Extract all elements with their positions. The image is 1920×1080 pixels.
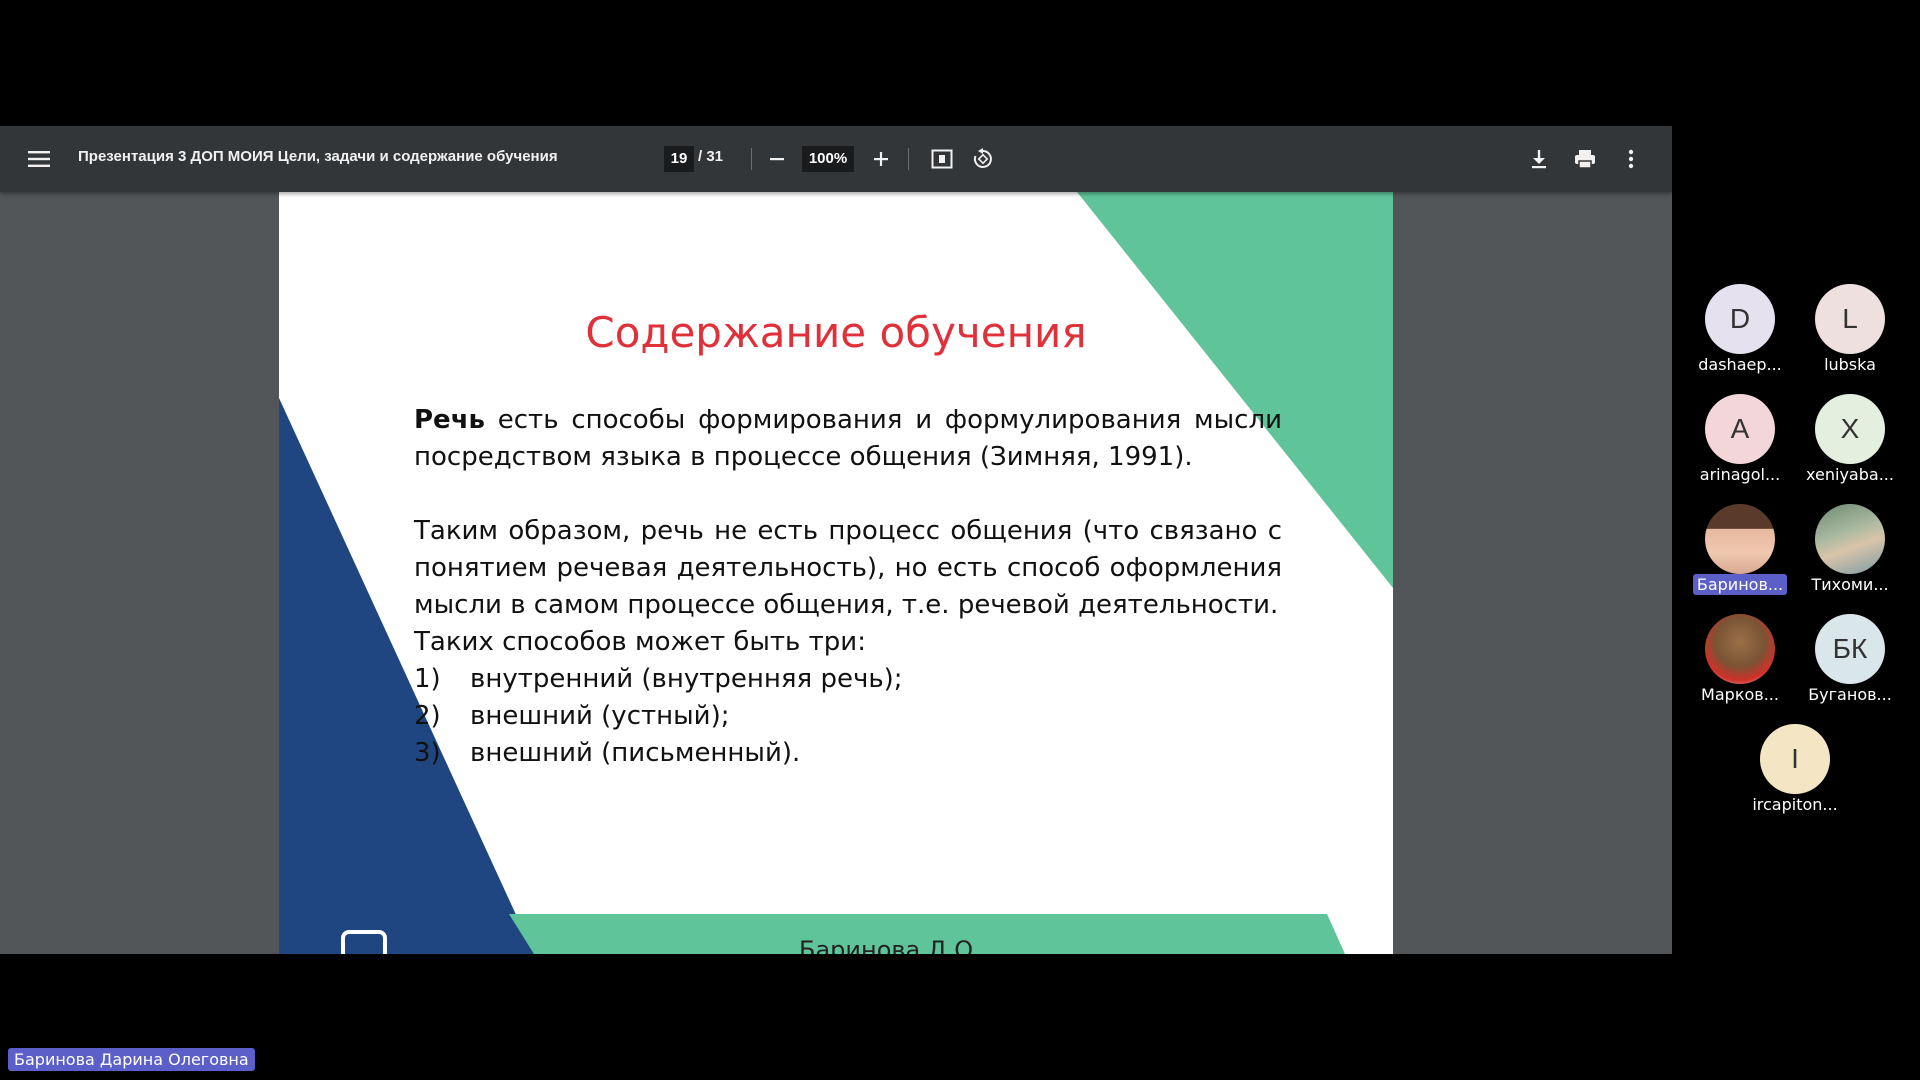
photo-avatar-icon: [1705, 504, 1775, 574]
download-icon[interactable]: [1524, 144, 1554, 174]
avatar: I: [1760, 724, 1830, 794]
participant-name: dashaep...: [1698, 355, 1782, 374]
active-speaker-label: Баринова Дарина Олеговна: [8, 1048, 255, 1071]
photo-avatar-icon: [1815, 504, 1885, 574]
participant-tile[interactable]: D dashaep...: [1685, 284, 1795, 375]
participant-name: lubska: [1824, 355, 1876, 374]
menu-icon[interactable]: [24, 144, 54, 174]
participant-tile[interactable]: L lubska: [1795, 284, 1905, 375]
pdf-toolbar: Презентация 3 ДОП МОИЯ Цели, задачи и со…: [0, 126, 1672, 192]
document-title: Презентация 3 ДОП МОИЯ Цели, задачи и со…: [78, 148, 558, 165]
list-number: 1): [414, 664, 441, 694]
list-text: внешний (письменный).: [470, 738, 801, 768]
participant-tile[interactable]: Баринов...: [1685, 504, 1795, 595]
avatar: БК: [1815, 614, 1885, 684]
list-text: внешний (устный);: [470, 701, 730, 731]
list-number: 3): [414, 738, 441, 768]
participant-name: xeniyaba...: [1806, 465, 1894, 484]
screen: Презентация 3 ДОП МОИЯ Цели, задачи и со…: [0, 0, 1920, 1080]
participant-tile[interactable]: X xeniyaba...: [1795, 394, 1905, 485]
print-icon[interactable]: [1570, 144, 1600, 174]
participant-tile[interactable]: БК Буганов...: [1795, 614, 1905, 705]
fit-page-icon[interactable]: [927, 144, 957, 174]
avatar: D: [1705, 284, 1775, 354]
toolbar-divider: [751, 148, 752, 170]
slide-page: Содержание обучения Речь есть способы фо…: [279, 192, 1393, 954]
list-intro: Таких способов может быть три:: [414, 627, 866, 657]
slide-body: Речь есть способы формирования и формули…: [414, 402, 1282, 772]
cat-avatar-icon: [1705, 614, 1775, 684]
paragraph-explanation: Таким образом, речь не есть процесс обще…: [414, 516, 1282, 620]
more-options-icon[interactable]: [1616, 144, 1646, 174]
participant-tile[interactable]: A arinagol...: [1685, 394, 1795, 485]
list-item: 2) внешний (устный);: [414, 698, 1282, 735]
logo-icon: [341, 930, 387, 954]
list-item: 1) внутренний (внутренняя речь);: [414, 661, 1282, 698]
paragraph-definition: Речь есть способы формирования и формули…: [414, 402, 1282, 476]
participant-name: Марков...: [1701, 685, 1779, 704]
zoom-out-icon[interactable]: [762, 144, 792, 174]
participant-name: Баринов...: [1692, 574, 1788, 595]
avatar: X: [1815, 394, 1885, 464]
list-text: внутренний (внутренняя речь);: [470, 664, 903, 694]
slide-title: Содержание обучения: [585, 308, 1087, 357]
zoom-in-icon[interactable]: [866, 144, 896, 174]
participant-name: ircapiton...: [1752, 795, 1838, 814]
definition-text: есть способы формирования и формулирован…: [414, 405, 1282, 472]
slide-footer-author: Баринова Д.О.: [799, 936, 981, 954]
avatar: A: [1705, 394, 1775, 464]
participant-tile[interactable]: Тихоми...: [1795, 504, 1905, 595]
participant-name: arinagol...: [1699, 465, 1781, 484]
list-item: 3) внешний (письменный).: [414, 735, 1282, 772]
participant-tile[interactable]: Марков...: [1685, 614, 1795, 705]
page-number-input[interactable]: 19: [664, 146, 694, 172]
avatar: L: [1815, 284, 1885, 354]
participant-name: Буганов...: [1808, 685, 1892, 704]
toolbar-divider: [908, 148, 909, 170]
pdf-viewer: Презентация 3 ДОП МОИЯ Цели, задачи и со…: [0, 126, 1672, 954]
list-number: 2): [414, 701, 441, 731]
bold-term: Речь: [414, 405, 485, 435]
rotate-icon[interactable]: [968, 144, 998, 174]
participant-name: Тихоми...: [1811, 575, 1889, 594]
page-total: / 31: [698, 148, 724, 165]
participant-tile[interactable]: I ircapiton...: [1740, 724, 1850, 815]
zoom-level-input[interactable]: 100%: [802, 146, 854, 172]
